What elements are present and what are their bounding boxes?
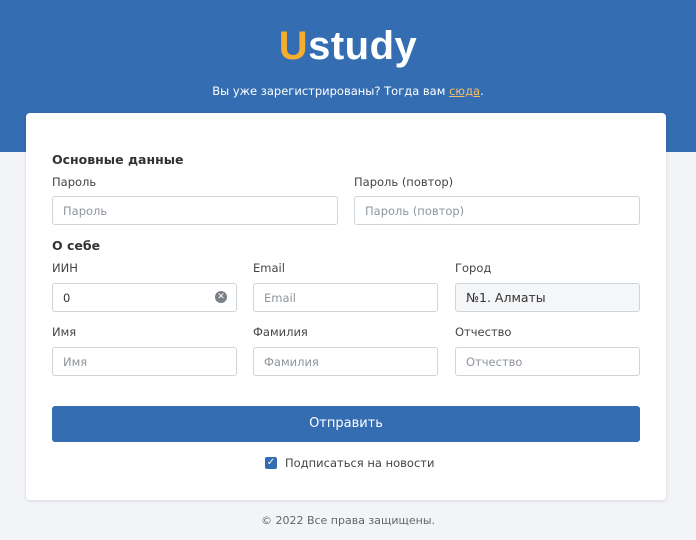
login-link[interactable]: сюда bbox=[449, 84, 480, 98]
password-repeat-label: Пароль (повтор) bbox=[354, 175, 454, 189]
registration-form: Основные данные Пароль Пароль (повтор) О… bbox=[26, 113, 666, 500]
iin-field[interactable] bbox=[52, 283, 237, 312]
password-repeat-field[interactable] bbox=[354, 196, 640, 225]
footer-copyright: © 2022 Все права защищены. bbox=[260, 514, 436, 527]
subscribe-label[interactable]: Подписаться на новости bbox=[285, 456, 434, 470]
login-prompt-end: . bbox=[480, 84, 484, 98]
password-field[interactable] bbox=[52, 196, 338, 225]
logo-word: study bbox=[308, 24, 418, 68]
login-prompt-text: Вы уже зарегистрированы? Тогда вам bbox=[212, 84, 450, 98]
city-select[interactable]: №1. Алматы bbox=[455, 283, 640, 312]
patronymic-label: Отчество bbox=[455, 325, 512, 339]
login-prompt: Вы уже зарегистрированы? Тогда вам сюда. bbox=[0, 84, 696, 98]
patronymic-field[interactable] bbox=[455, 347, 640, 376]
section-title-basic: Основные данные bbox=[52, 152, 184, 167]
submit-button[interactable]: Отправить bbox=[52, 406, 640, 442]
email-label: Email bbox=[253, 261, 285, 275]
password-label: Пароль bbox=[52, 175, 97, 189]
name-field[interactable] bbox=[52, 347, 237, 376]
surname-label: Фамилия bbox=[253, 325, 308, 339]
surname-field[interactable] bbox=[253, 347, 438, 376]
logo[interactable]: Ustudy bbox=[0, 24, 696, 69]
city-label: Город bbox=[455, 261, 492, 275]
logo-letter-u: U bbox=[278, 24, 309, 68]
name-label: Имя bbox=[52, 325, 77, 339]
section-title-about: О себе bbox=[52, 238, 101, 253]
clear-icon[interactable]: ✕ bbox=[215, 291, 227, 303]
iin-label: ИИН bbox=[52, 261, 78, 275]
email-field[interactable] bbox=[253, 283, 438, 312]
subscribe-checkbox[interactable]: ✓ bbox=[265, 457, 277, 469]
